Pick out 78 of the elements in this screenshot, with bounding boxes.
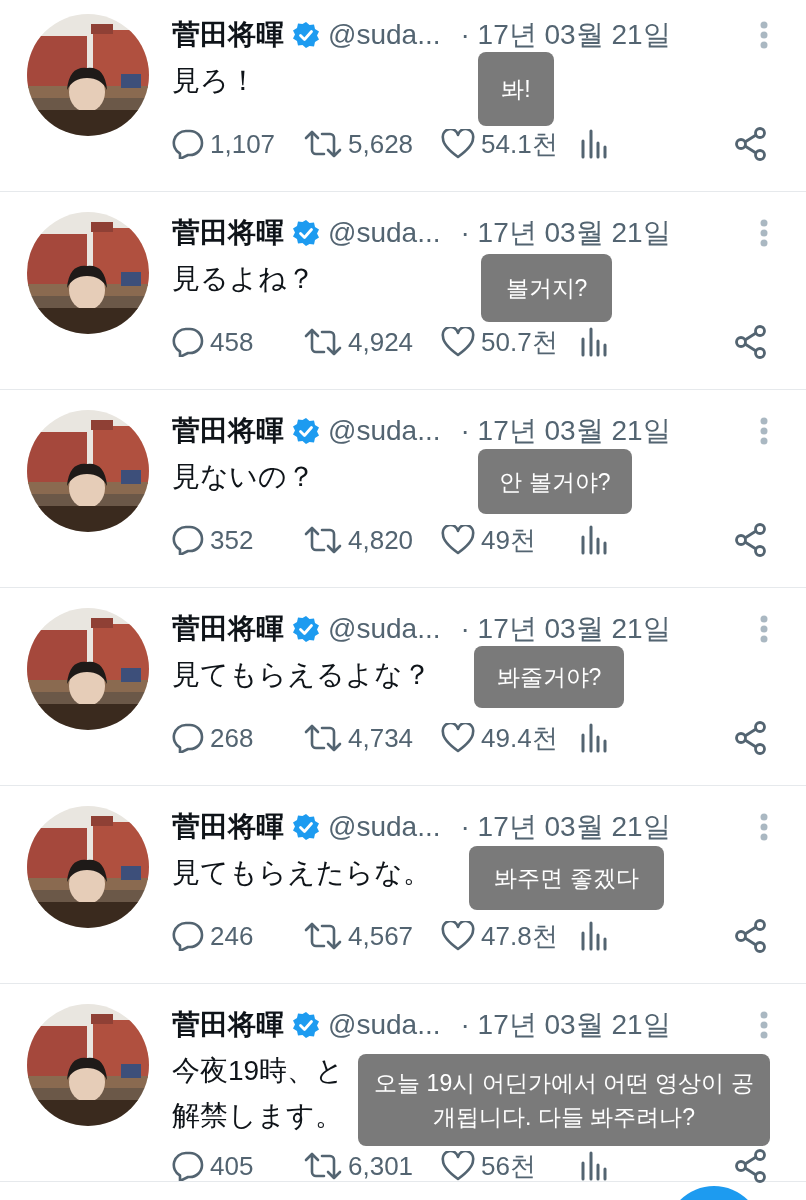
translation-overlay: 봐! — [478, 52, 554, 126]
user-name[interactable]: 菅田将暉 — [172, 610, 284, 648]
post-date[interactable]: · 17년 03월 21일 — [460, 1006, 671, 1044]
views-icon[interactable] — [579, 723, 609, 753]
user-handle[interactable]: @suda... — [328, 415, 441, 447]
like-count: 49천 — [481, 523, 536, 557]
heart-icon[interactable] — [441, 129, 475, 159]
reply-icon[interactable] — [172, 921, 204, 951]
reply-icon[interactable] — [172, 129, 204, 159]
reply-count: 246 — [210, 920, 254, 952]
post-date[interactable]: · 17년 03월 21일 — [460, 16, 671, 54]
repost-icon[interactable] — [304, 328, 342, 356]
translation-overlay: 오늘 19시 어딘가에서 어떤 영상이 공개됩니다. 다들 봐주려나? — [358, 1054, 770, 1146]
user-name[interactable]: 菅田将暉 — [172, 214, 284, 252]
repost-count: 4,924 — [348, 326, 414, 358]
like-count: 54.1천 — [481, 127, 558, 161]
repost-icon[interactable] — [304, 526, 342, 554]
translation-overlay: 볼거지? — [481, 254, 612, 322]
reply-count: 405 — [210, 1150, 254, 1182]
post-text: 今夜19時、と 解禁します。 — [172, 1054, 345, 1133]
reply-count: 458 — [210, 326, 254, 358]
share-icon[interactable] — [734, 721, 768, 755]
like-count: 56천 — [481, 1149, 536, 1183]
reply-count: 268 — [210, 722, 254, 754]
heart-icon[interactable] — [441, 525, 475, 555]
post-date[interactable]: · 17년 03월 21일 — [460, 214, 671, 252]
views-icon[interactable] — [579, 129, 609, 159]
like-count: 50.7천 — [481, 325, 558, 359]
repost-icon[interactable] — [304, 922, 342, 950]
reply-icon[interactable] — [172, 327, 204, 357]
share-icon[interactable] — [734, 523, 768, 557]
post-date[interactable]: · 17년 03월 21일 — [460, 808, 671, 846]
user-handle[interactable]: @suda... — [328, 19, 441, 51]
repost-icon[interactable] — [304, 724, 342, 752]
share-icon[interactable] — [734, 325, 768, 359]
like-count: 49.4천 — [481, 721, 558, 755]
reply-count: 352 — [210, 524, 254, 556]
repost-count: 4,567 — [348, 920, 414, 952]
user-name[interactable]: 菅田将暉 — [172, 808, 284, 846]
user-name[interactable]: 菅田将暉 — [172, 412, 284, 450]
reply-icon[interactable] — [172, 525, 204, 555]
repost-count: 4,734 — [348, 722, 414, 754]
views-icon[interactable] — [579, 1151, 609, 1181]
share-icon[interactable] — [734, 127, 768, 161]
post-text: 見ないの？ — [172, 460, 315, 494]
share-icon[interactable] — [734, 919, 768, 953]
repost-count: 6,301 — [348, 1150, 414, 1182]
post-text: 見てもらえたらな。 — [172, 856, 431, 890]
heart-icon[interactable] — [441, 327, 475, 357]
post-date[interactable]: · 17년 03월 21일 — [460, 412, 671, 450]
heart-icon[interactable] — [441, 921, 475, 951]
views-icon[interactable] — [579, 525, 609, 555]
post-text: 見てもらえるよな？ — [172, 658, 431, 692]
user-handle[interactable]: @suda... — [328, 217, 441, 249]
share-icon[interactable] — [734, 1149, 768, 1183]
views-icon[interactable] — [579, 327, 609, 357]
heart-icon[interactable] — [441, 1151, 475, 1181]
repost-count: 5,628 — [348, 128, 414, 160]
user-handle[interactable]: @suda... — [328, 613, 441, 645]
translation-overlay: 안 볼거야? — [478, 449, 632, 514]
like-count: 47.8천 — [481, 919, 558, 953]
user-name[interactable]: 菅田将暉 — [172, 16, 284, 54]
post-text: 見るよね？ — [172, 262, 315, 296]
translation-overlay: 봐주면 좋겠다 — [469, 846, 664, 910]
reply-count: 1,107 — [210, 128, 276, 160]
user-handle[interactable]: @suda... — [328, 811, 441, 843]
views-icon[interactable] — [579, 921, 609, 951]
post-date[interactable]: · 17년 03월 21일 — [460, 610, 671, 648]
repost-icon[interactable] — [304, 130, 342, 158]
reply-icon[interactable] — [172, 1151, 204, 1181]
user-handle[interactable]: @suda... — [328, 1009, 441, 1041]
repost-count: 4,820 — [348, 524, 414, 556]
translation-overlay: 봐줄거야? — [474, 646, 624, 708]
post-text: 見ろ！ — [172, 64, 257, 98]
reply-icon[interactable] — [172, 723, 204, 753]
user-name[interactable]: 菅田将暉 — [172, 1006, 284, 1044]
repost-icon[interactable] — [304, 1152, 342, 1180]
heart-icon[interactable] — [441, 723, 475, 753]
